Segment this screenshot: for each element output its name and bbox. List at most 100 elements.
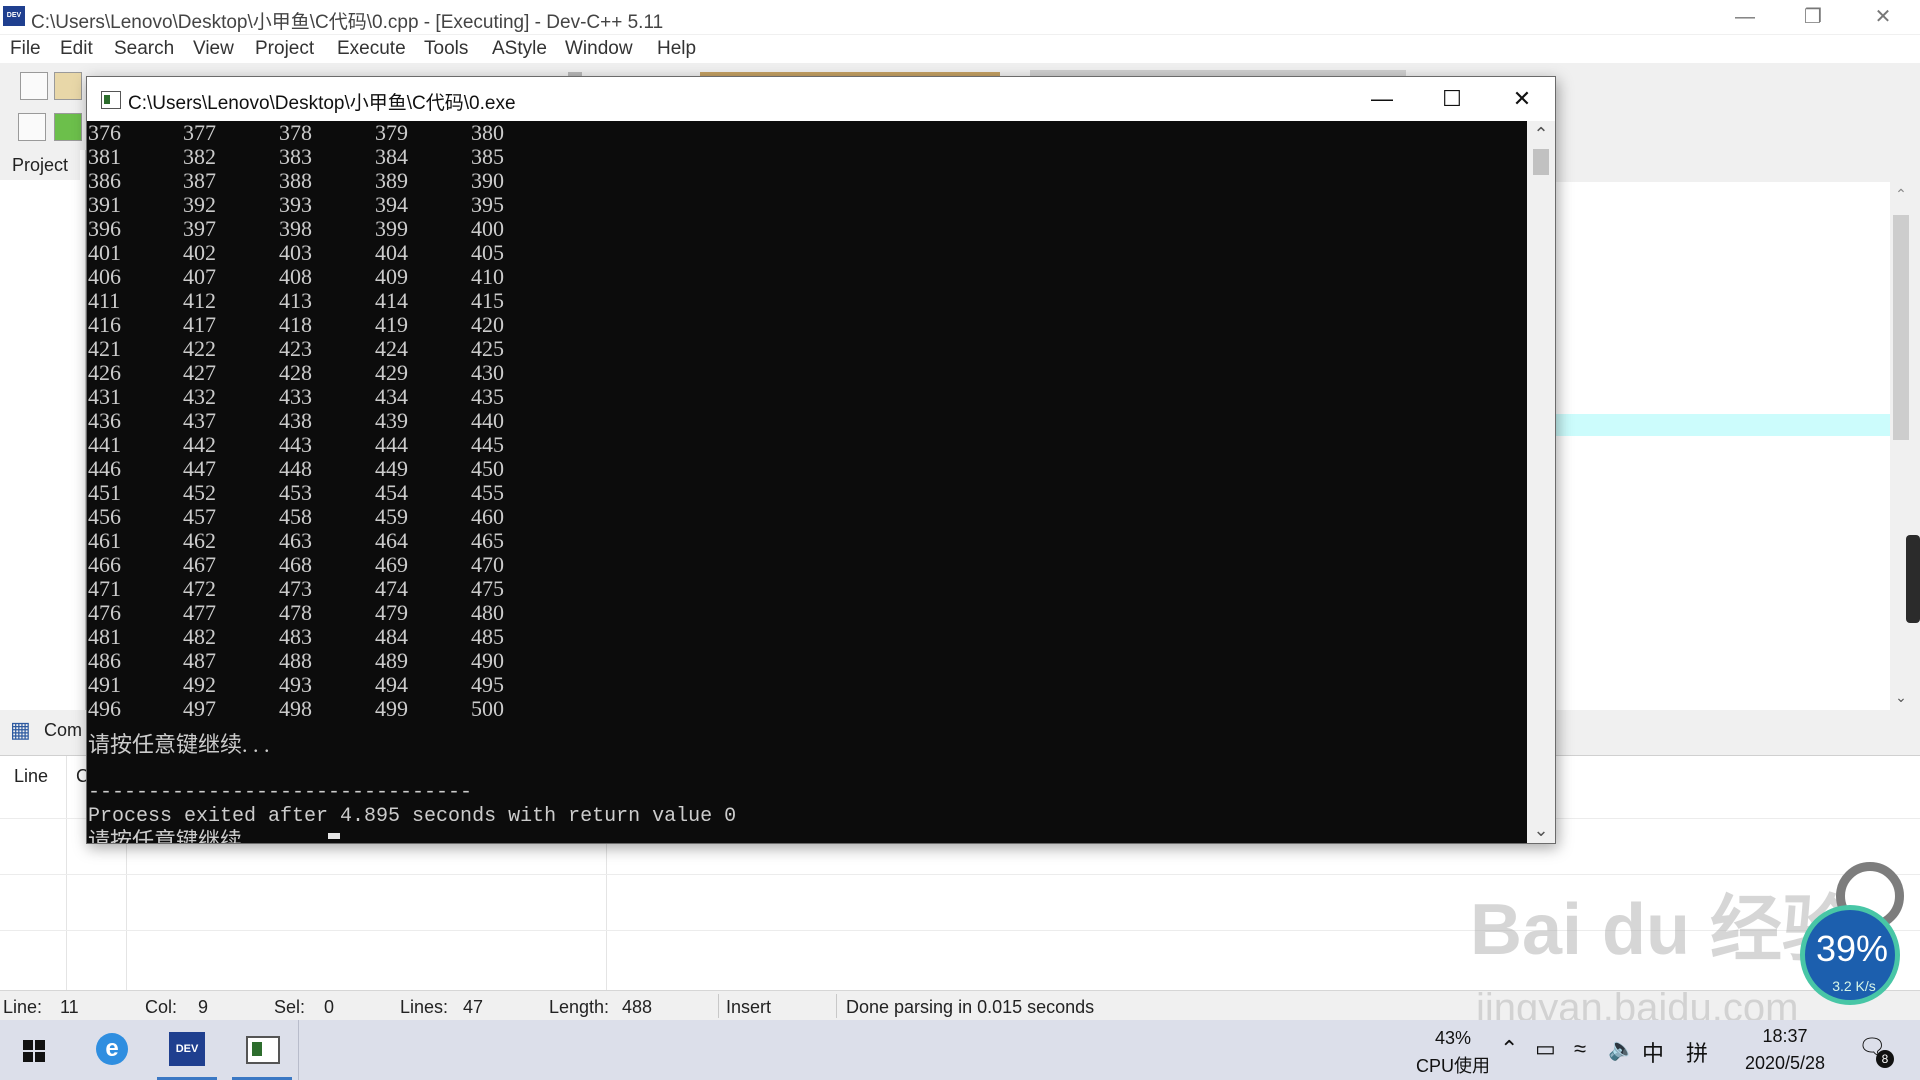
menu-project[interactable]: Project bbox=[255, 38, 314, 60]
open-file-button[interactable] bbox=[54, 72, 82, 100]
chevron-up-icon[interactable]: ⌃ bbox=[1527, 121, 1555, 147]
clock-date[interactable]: 2020/5/28 bbox=[1730, 1053, 1840, 1074]
console-number: 403 bbox=[279, 240, 312, 265]
console-number: 386 bbox=[88, 168, 121, 193]
menu-execute[interactable]: Execute bbox=[337, 38, 406, 60]
console-number: 380 bbox=[471, 121, 504, 145]
console-row: 436 437 438 439 440 bbox=[87, 409, 787, 433]
console-number: 416 bbox=[88, 312, 121, 337]
status-divider bbox=[836, 994, 837, 1018]
console-number: 463 bbox=[279, 528, 312, 553]
menu-search[interactable]: Search bbox=[114, 38, 174, 60]
clock-time[interactable]: 18:37 bbox=[1740, 1026, 1830, 1047]
console-number: 401 bbox=[88, 240, 121, 265]
console-row: 491 492 493 494 495 bbox=[87, 673, 787, 697]
chevron-down-icon[interactable]: ⌄ bbox=[1527, 817, 1555, 843]
console-row: 411 412 413 414 415 bbox=[87, 289, 787, 313]
console-number: 378 bbox=[279, 121, 312, 145]
console-row: 446 447 448 449 450 bbox=[87, 457, 787, 481]
console-number: 467 bbox=[183, 552, 216, 577]
battery-icon[interactable]: ▭ bbox=[1535, 1036, 1556, 1062]
baidu-watermark: Bai du 经验 bbox=[1470, 890, 1855, 970]
scroll-up-icon[interactable]: ⌃ bbox=[1890, 186, 1912, 203]
status-sel-label: Sel: bbox=[274, 997, 306, 1017]
console-row: 476 477 478 479 480 bbox=[87, 601, 787, 625]
code-editor[interactable] bbox=[1554, 182, 1890, 710]
console-close-button[interactable]: ✕ bbox=[1487, 77, 1557, 121]
minimize-button[interactable]: — bbox=[1710, 0, 1780, 34]
console-number: 400 bbox=[471, 216, 504, 241]
console-output[interactable]: 376 377 378 379 380 381 382 383 384 385 386 387 388 3… bbox=[87, 121, 1527, 843]
devcpp-app-icon: DEV bbox=[3, 6, 25, 26]
menu-edit[interactable]: Edit bbox=[60, 38, 93, 60]
tab-compiler[interactable]: Com bbox=[44, 720, 82, 741]
console-minimize-button[interactable]: — bbox=[1347, 77, 1417, 121]
tab-project[interactable]: Project bbox=[0, 150, 80, 180]
console-scrollbar[interactable]: ⌃ ⌄ bbox=[1527, 121, 1555, 843]
console-number: 487 bbox=[183, 648, 216, 673]
taskbar-devcpp[interactable]: DEV bbox=[157, 1020, 217, 1080]
taskbar-edge[interactable]: e bbox=[82, 1020, 142, 1080]
menu-help[interactable]: Help bbox=[657, 38, 696, 60]
ime-pinyin[interactable]: 拼 bbox=[1686, 1036, 1708, 1068]
scroll-down-icon[interactable]: ⌄ bbox=[1890, 689, 1912, 706]
restore-button[interactable]: ❐ bbox=[1778, 0, 1848, 34]
windows-start-icon[interactable] bbox=[23, 1040, 45, 1062]
menu-file[interactable]: File bbox=[10, 38, 41, 60]
console-row: 451 452 453 454 455 bbox=[87, 481, 787, 505]
insert-button[interactable] bbox=[18, 113, 46, 141]
console-row: 381 382 383 384 385 bbox=[87, 145, 787, 169]
process-exit-message: Process exited after 4.895 seconds with … bbox=[88, 805, 737, 828]
console-number: 409 bbox=[375, 264, 408, 289]
console-number: 481 bbox=[88, 624, 121, 649]
console-number: 388 bbox=[279, 168, 312, 193]
console-row: 461 462 463 464 465 bbox=[87, 529, 787, 553]
wifi-icon[interactable]: ≈ bbox=[1574, 1036, 1586, 1062]
column-line[interactable]: Line bbox=[14, 766, 48, 787]
console-row: 441 442 443 444 445 bbox=[87, 433, 787, 457]
console-row: 471 472 473 474 475 bbox=[87, 577, 787, 601]
console-number: 494 bbox=[375, 672, 408, 697]
ime-mode[interactable]: 中 bbox=[1642, 1036, 1664, 1068]
side-handle[interactable] bbox=[1906, 535, 1920, 623]
menu-tools[interactable]: Tools bbox=[424, 38, 468, 60]
volume-icon[interactable]: 🔈 bbox=[1608, 1036, 1635, 1062]
console-number: 497 bbox=[183, 696, 216, 721]
new-file-button[interactable] bbox=[20, 72, 48, 100]
menu-bar: File Edit Search View Project Execute To… bbox=[0, 35, 1920, 63]
status-length-label: Length: bbox=[549, 997, 610, 1017]
console-number: 440 bbox=[471, 408, 504, 433]
menu-view[interactable]: View bbox=[193, 38, 234, 60]
console-window[interactable]: C:\Users\Lenovo\Desktop\小甲鱼\C代码\0.exe — … bbox=[86, 76, 1556, 844]
console-number: 478 bbox=[279, 600, 312, 625]
status-col-label: Col: bbox=[145, 997, 178, 1017]
console-number: 438 bbox=[279, 408, 312, 433]
console-titlebar[interactable]: C:\Users\Lenovo\Desktop\小甲鱼\C代码\0.exe — … bbox=[87, 77, 1555, 121]
console-number: 461 bbox=[88, 528, 121, 553]
taskbar-console[interactable] bbox=[232, 1020, 292, 1080]
console-number: 449 bbox=[375, 456, 408, 481]
console-number: 377 bbox=[183, 121, 216, 145]
menu-astyle[interactable]: AStyle bbox=[492, 38, 547, 60]
edge-icon: e bbox=[96, 1033, 128, 1065]
project-panel bbox=[0, 150, 86, 710]
goto-button[interactable] bbox=[54, 113, 82, 141]
console-number: 448 bbox=[279, 456, 312, 481]
compiler-grid-icon: ▦ bbox=[10, 717, 31, 742]
console-number: 381 bbox=[88, 144, 121, 169]
close-button[interactable]: ✕ bbox=[1848, 0, 1918, 34]
console-number: 419 bbox=[375, 312, 408, 337]
console-scrollbar-thumb[interactable] bbox=[1533, 149, 1549, 175]
console-row: 386 387 388 389 390 bbox=[87, 169, 787, 193]
console-number: 439 bbox=[375, 408, 408, 433]
console-taskbar-icon bbox=[246, 1036, 280, 1064]
cpu-percent: 43% bbox=[1434, 1028, 1472, 1048]
status-lines-value: 47 bbox=[463, 997, 484, 1017]
console-number: 441 bbox=[88, 432, 121, 457]
editor-scrollbar-thumb[interactable] bbox=[1893, 215, 1909, 440]
console-number: 387 bbox=[183, 168, 216, 193]
chevron-up-tray-icon[interactable]: ⌃ bbox=[1500, 1036, 1518, 1062]
menu-window[interactable]: Window bbox=[565, 38, 633, 60]
console-number: 411 bbox=[88, 288, 121, 313]
console-maximize-button[interactable]: ☐ bbox=[1417, 77, 1487, 121]
